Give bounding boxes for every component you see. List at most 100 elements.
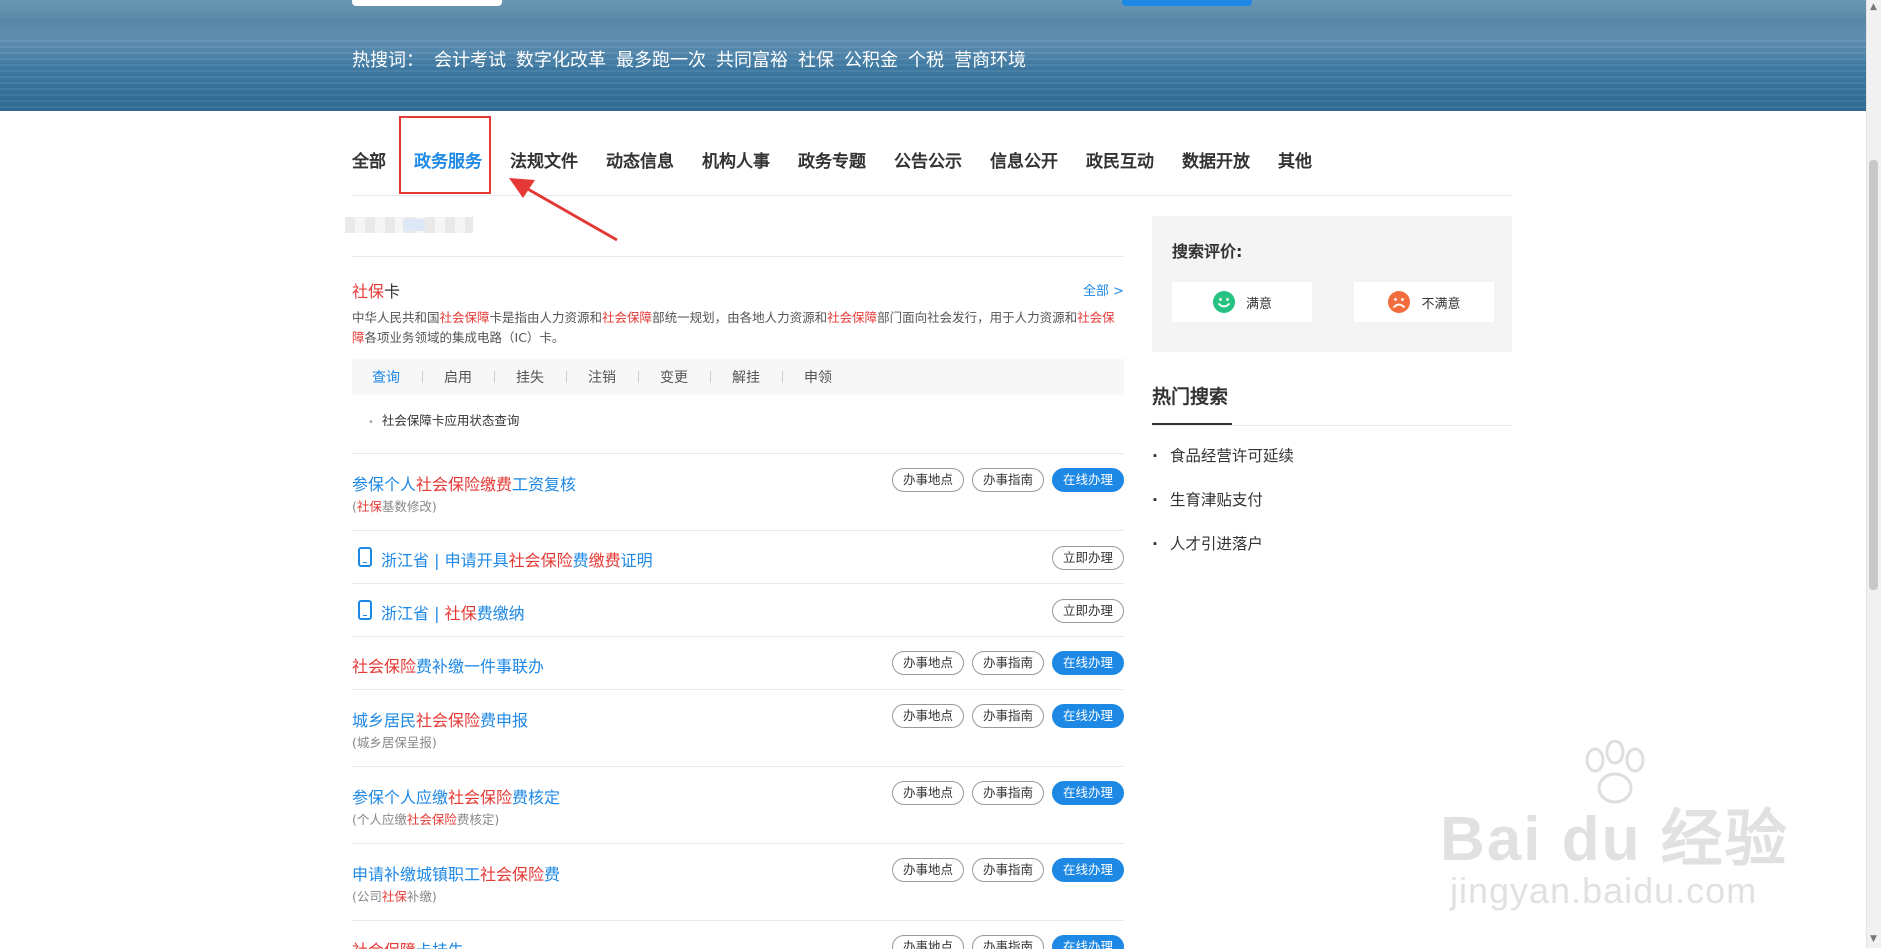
featured-card-description: 中华人民共和国社会保障卡是指由人力资源和社会保障部统一规划，由各地人力资源和社会…	[352, 308, 1124, 348]
row-actions: 办事地点 办事指南 在线办理	[891, 858, 1124, 882]
hot-search-divider	[1152, 425, 1512, 426]
subtab-activate[interactable]: 启用	[422, 367, 494, 387]
result-title-link[interactable]: 参保个人应缴社会保险费核定	[352, 784, 560, 808]
location-button[interactable]: 办事地点	[891, 704, 964, 728]
location-button[interactable]: 办事地点	[891, 651, 964, 675]
tab-announcements[interactable]: 公告公示	[880, 145, 976, 179]
subtab-change[interactable]: 变更	[638, 367, 710, 387]
hot-search-item[interactable]: 人才引进落户	[1152, 532, 1294, 576]
baidu-jingyan-watermark: Bai du 经验 jingyan.baidu.com	[1440, 740, 1860, 940]
tab-info-disclosure[interactable]: 信息公开	[976, 145, 1072, 179]
guide-button[interactable]: 办事指南	[971, 468, 1044, 492]
hot-word-link[interactable]: 会计考试	[434, 46, 506, 72]
result-subtitle: (城乡居保呈报)	[352, 735, 437, 750]
desc-text: 中华人民共和国	[352, 310, 440, 325]
guide-button[interactable]: 办事指南	[971, 935, 1044, 949]
subtab-query[interactable]: 查询	[352, 367, 422, 387]
card-title-text: 卡	[384, 282, 401, 301]
online-apply-button[interactable]: 在线办理	[1051, 704, 1124, 728]
watermark-brand: Bai du 经验	[1440, 805, 1789, 874]
online-apply-button[interactable]: 在线办理	[1051, 935, 1124, 949]
online-apply-button[interactable]: 在线办理	[1051, 781, 1124, 805]
hot-search-item[interactable]: 食品经营许可延续	[1152, 444, 1294, 488]
guide-button[interactable]: 办事指南	[971, 704, 1044, 728]
guide-button[interactable]: 办事指南	[971, 781, 1044, 805]
subtab-apply[interactable]: 申领	[782, 367, 854, 387]
online-apply-button[interactable]: 在线办理	[1051, 651, 1124, 675]
card-view-all-link[interactable]: 全部 >	[1083, 280, 1124, 299]
result-title-link[interactable]: 社会保险费补缴一件事联办	[352, 653, 544, 677]
subtab-item-link[interactable]: 社会保障卡应用状态查询	[368, 410, 520, 429]
result-title-link[interactable]: 社会保障卡挂失	[352, 937, 464, 949]
online-apply-button[interactable]: 在线办理	[1051, 468, 1124, 492]
hot-word-link[interactable]: 最多跑一次	[616, 46, 706, 72]
scroll-up-arrow-icon[interactable]: ▲	[1866, 0, 1881, 15]
result-row: 社会保障卡挂失 办事地点 办事指南 在线办理	[352, 920, 1124, 949]
subtab-report-loss[interactable]: 挂失	[494, 367, 566, 387]
row-actions: 办事地点 办事指南 在线办理	[891, 704, 1124, 728]
desc-text: 各项业务领域的集成电路（IC）卡。	[364, 330, 565, 345]
unsatisfied-button[interactable]: 不满意	[1354, 282, 1494, 322]
location-button[interactable]: 办事地点	[891, 858, 964, 882]
scrollbar-thumb[interactable]	[1869, 160, 1878, 590]
result-row: 城乡居民社会保险费申报 (城乡居保呈报) 办事地点 办事指南 在线办理	[352, 689, 1124, 767]
location-button[interactable]: 办事地点	[891, 468, 964, 492]
result-title-link[interactable]: 浙江省 | 申请开具社会保险费缴费证明	[381, 547, 653, 571]
row-actions: 立即办理	[1051, 599, 1124, 623]
scroll-down-arrow-icon[interactable]: ▼	[1866, 932, 1881, 947]
row-actions: 办事地点 办事指南 在线办理	[891, 468, 1124, 492]
hot-word-link[interactable]: 共同富裕	[716, 46, 788, 72]
blurred-result-count	[345, 217, 473, 233]
subtab-unlock[interactable]: 解挂	[710, 367, 782, 387]
satisfied-label: 满意	[1245, 296, 1272, 312]
featured-card-header: 社保卡 全部 >	[352, 278, 1124, 302]
hot-word-link[interactable]: 营商环境	[954, 46, 1026, 72]
hot-search-title: 热门搜索	[1152, 386, 1229, 408]
result-title-link[interactable]: 城乡居民社会保险费申报	[352, 707, 528, 731]
result-subtitle: (个人应缴社会保险费核定)	[352, 812, 500, 827]
tab-personnel[interactable]: 机构人事	[688, 145, 784, 179]
result-row: 申请补缴城镇职工社会保险费 (公司社保补缴) 办事地点 办事指南 在线办理	[352, 843, 1124, 921]
result-subtitle: (社保基数修改)	[352, 499, 437, 514]
keyword-highlight: 社保	[352, 282, 385, 301]
result-title-link[interactable]: 浙江省 | 社保费缴纳	[381, 600, 525, 624]
tab-interaction[interactable]: 政民互动	[1072, 145, 1168, 179]
result-row: 参保个人社会保险缴费工资复核 (社保基数修改) 办事地点 办事指南 在线办理	[352, 453, 1124, 531]
result-title-link[interactable]: 参保个人社会保险缴费工资复核	[352, 471, 576, 495]
online-apply-button[interactable]: 在线办理	[1051, 858, 1124, 882]
search-button-remnant[interactable]	[1122, 0, 1252, 6]
location-button[interactable]: 办事地点	[891, 781, 964, 805]
smiley-face-icon	[1212, 291, 1235, 313]
guide-button[interactable]: 办事指南	[971, 651, 1044, 675]
result-row: 浙江省 | 申请开具社会保险费缴费证明 立即办理	[352, 530, 1124, 584]
result-row: 社会保险费补缴一件事联办 办事地点 办事指南 在线办理	[352, 636, 1124, 690]
hot-word-link[interactable]: 个税	[908, 46, 944, 72]
featured-card-title[interactable]: 社保卡	[352, 278, 400, 302]
desc-text: 卡是指由人力资源和	[489, 310, 603, 325]
apply-now-button[interactable]: 立即办理	[1051, 599, 1124, 623]
sad-face-icon	[1388, 291, 1411, 313]
tab-other[interactable]: 其他	[1264, 145, 1326, 179]
row-actions: 立即办理	[1051, 546, 1124, 570]
tab-regulations[interactable]: 法规文件	[496, 145, 592, 179]
guide-button[interactable]: 办事指南	[971, 858, 1044, 882]
hot-word-link[interactable]: 社保	[798, 46, 834, 72]
desc-text: 部统一规划，由各地人力资源和	[652, 310, 828, 325]
location-button[interactable]: 办事地点	[891, 935, 964, 949]
hot-word-link[interactable]: 数字化改革	[516, 46, 606, 72]
tab-topics[interactable]: 政务专题	[784, 145, 880, 179]
satisfied-button[interactable]: 满意	[1172, 282, 1312, 322]
search-box-remnant[interactable]	[352, 0, 502, 6]
result-title-link[interactable]: 申请补缴城镇职工社会保险费	[352, 861, 560, 885]
tab-open-data[interactable]: 数据开放	[1168, 145, 1264, 179]
apply-now-button[interactable]: 立即办理	[1051, 546, 1124, 570]
desc-text: 部门面向社会发行，用于人力资源和	[877, 310, 1078, 325]
hot-search-item[interactable]: 生育津贴支付	[1152, 488, 1294, 532]
tab-news[interactable]: 动态信息	[592, 145, 688, 179]
subtab-cancel[interactable]: 注销	[566, 367, 638, 387]
card-subtabs: 查询 启用 挂失 注销 变更 解挂 申领	[352, 359, 1124, 395]
tab-all[interactable]: 全部	[352, 145, 400, 179]
hot-word-link[interactable]: 公积金	[844, 46, 898, 72]
keyword-highlight: 社会保障	[439, 310, 490, 325]
results-top-divider	[352, 256, 1124, 257]
